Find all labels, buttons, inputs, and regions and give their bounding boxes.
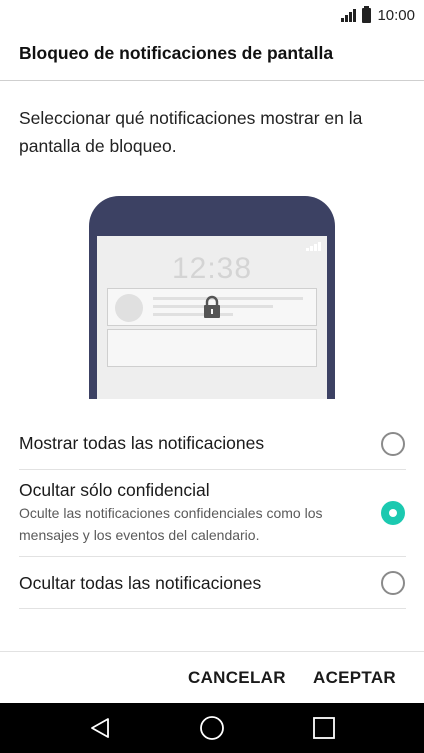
option-label: Ocultar todas las notificaciones (19, 573, 262, 593)
description-text: Seleccionar qué notificaciones mostrar e… (19, 108, 363, 156)
phone-screen: 12:38 (97, 236, 327, 399)
back-icon (91, 718, 109, 738)
radio-button-selected[interactable] (381, 501, 405, 525)
option-label: Ocultar sólo confidencial (19, 480, 210, 500)
button-bar: CANCELAR ACEPTAR (0, 651, 424, 703)
status-time: 10:00 (377, 6, 415, 24)
lock-icon (204, 295, 220, 318)
home-icon (200, 716, 224, 740)
notification-avatar (115, 294, 143, 322)
lockscreen-clock: 12:38 (171, 252, 253, 285)
back-button[interactable] (70, 703, 130, 753)
recents-icon (313, 717, 335, 739)
notification-card (107, 288, 317, 326)
notification-line (153, 297, 303, 300)
radio-button[interactable] (381, 432, 405, 456)
page-title: Bloqueo de notificaciones de pantalla (19, 43, 334, 63)
accept-button[interactable]: ACEPTAR (313, 668, 396, 688)
status-bar: 10:00 (0, 0, 424, 30)
status-icons: 10:00 (341, 5, 415, 24)
option-show-all[interactable]: Mostrar todas las notificaciones (0, 420, 424, 469)
home-button[interactable] (182, 703, 242, 753)
cancel-button[interactable]: CANCELAR (188, 668, 286, 688)
recents-button[interactable] (294, 703, 354, 753)
option-hide-all[interactable]: Ocultar todas las notificaciones (0, 557, 424, 608)
screen-signal-icon (306, 242, 321, 251)
signal-icon (341, 8, 357, 22)
option-label: Mostrar todas las notificaciones (19, 433, 265, 453)
option-hide-confidential[interactable]: Ocultar sólo confidencial Oculte las not… (0, 470, 424, 556)
divider (19, 608, 406, 609)
app-bar: Bloqueo de notificaciones de pantalla (0, 30, 424, 81)
option-description: Oculte las notificaciones confidenciales… (19, 505, 323, 543)
battery-icon (362, 5, 372, 23)
lockscreen-illustration: 12:38 (89, 196, 335, 399)
navigation-bar (0, 703, 424, 753)
notification-card-empty (107, 329, 317, 367)
radio-button[interactable] (381, 571, 405, 595)
